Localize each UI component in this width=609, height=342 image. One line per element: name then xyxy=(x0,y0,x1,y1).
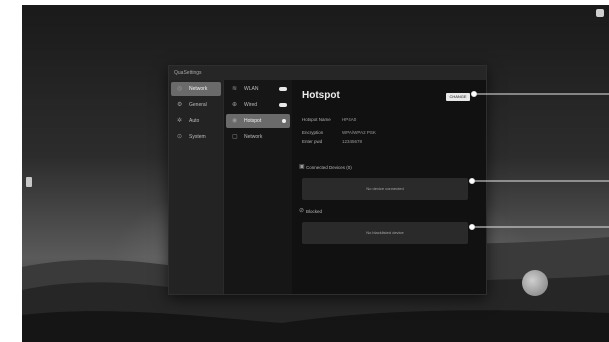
desktop-screen: QuaSettings ◎ Network ⚙ General ✲ Auto ⊙… xyxy=(22,5,609,342)
subnav-item-wired[interactable]: ⊕ Wired xyxy=(226,98,290,112)
nav-item-system[interactable]: ⊙ System xyxy=(171,130,221,144)
floating-assist-button[interactable] xyxy=(522,270,548,296)
network-subnav: ≋ WLAN ⊕ Wired ◉ Hotspot ▢ Network xyxy=(223,80,293,294)
subnav-label: Network xyxy=(244,134,263,140)
nav-label: System xyxy=(189,134,206,140)
nav-label: Auto xyxy=(189,118,200,124)
blocked-devices-panel: No blacklisted device xyxy=(302,222,468,244)
nav-item-general[interactable]: ⚙ General xyxy=(171,98,221,112)
network-icon: ▢ xyxy=(232,134,238,140)
connected-devices-text: Connected Devices (0) xyxy=(306,165,352,170)
corner-indicator xyxy=(596,9,604,17)
wired-icon: ⊕ xyxy=(232,102,238,108)
info-row: Encryption WPA/WPA2 PSK xyxy=(302,130,472,139)
info-value: 12345678 xyxy=(342,139,363,144)
nav-label: Network xyxy=(189,86,208,92)
edge-handle[interactable] xyxy=(26,177,32,187)
info-key: Enter pwd xyxy=(302,139,323,144)
block-icon: ⊘ xyxy=(299,208,305,214)
nav-label: General xyxy=(189,102,207,108)
info-key: Encryption xyxy=(302,130,324,135)
subnav-label: Hotspot xyxy=(244,118,262,124)
wifi-icon: ≋ xyxy=(232,86,238,92)
network-icon: ◎ xyxy=(177,86,183,92)
page-title: Hotspot xyxy=(302,90,340,101)
subnav-item-hotspot[interactable]: ◉ Hotspot xyxy=(226,114,290,128)
subnav-item-wlan[interactable]: ≋ WLAN xyxy=(226,82,290,96)
info-value: WPA/WPA2 PSK xyxy=(342,130,376,135)
info-row: Enter pwd 12345678 xyxy=(302,139,472,148)
hotspot-status-dot xyxy=(282,119,286,123)
main-nav: ◎ Network ⚙ General ✲ Auto ⊙ System xyxy=(169,80,223,294)
info-key: Hotspot Name xyxy=(302,117,331,122)
info-row: Hotspot Name HP4A0 xyxy=(302,117,472,130)
blocked-text: Blocked xyxy=(306,209,323,214)
info-value: HP4A0 xyxy=(342,117,357,122)
change-button[interactable]: CHANGE xyxy=(446,93,470,101)
subnav-label: WLAN xyxy=(244,86,259,92)
nav-item-network[interactable]: ◎ Network xyxy=(171,82,221,96)
subnav-label: Wired xyxy=(244,102,258,108)
auto-icon: ✲ xyxy=(177,118,183,124)
subnav-item-network[interactable]: ▢ Network xyxy=(226,130,290,144)
device-icon: ▣ xyxy=(299,164,305,170)
gear-icon: ⚙ xyxy=(177,102,183,108)
window-title: QuaSettings xyxy=(169,66,486,80)
connected-devices-label: ▣ Connected Devices (0) xyxy=(299,164,352,171)
system-icon: ⊙ xyxy=(177,134,183,140)
hotspot-info: Hotspot Name HP4A0 Encryption WPA/WPA2 P… xyxy=(302,117,472,148)
nav-item-auto[interactable]: ✲ Auto xyxy=(171,114,221,128)
wlan-toggle[interactable] xyxy=(279,87,287,91)
settings-window: QuaSettings ◎ Network ⚙ General ✲ Auto ⊙… xyxy=(168,65,487,295)
hotspot-panel: Hotspot CHANGE Hotspot Name HP4A0 Encryp… xyxy=(292,80,486,294)
blocked-label: ⊘ Blocked xyxy=(299,208,323,215)
connected-devices-panel: No device connected xyxy=(302,178,468,200)
wired-toggle[interactable] xyxy=(279,103,287,107)
hotspot-icon: ◉ xyxy=(232,118,238,124)
